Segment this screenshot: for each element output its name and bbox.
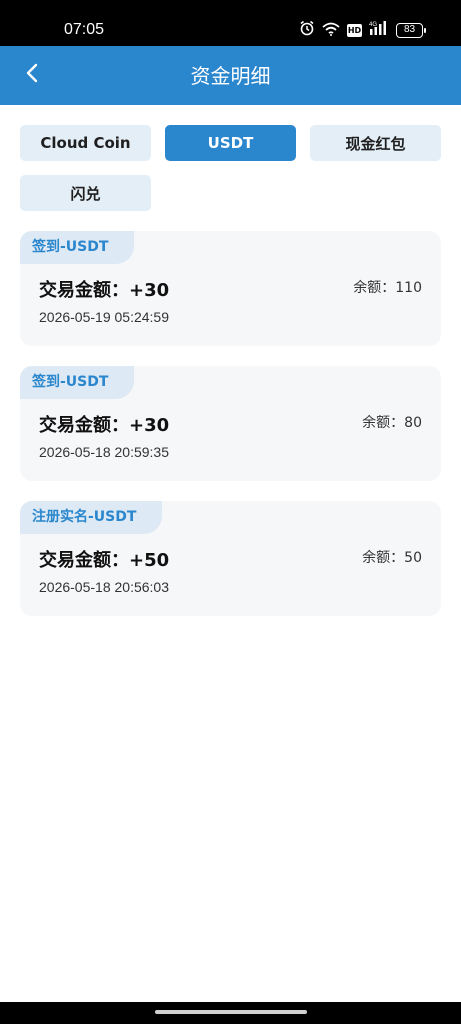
balance-row: 余额：110 bbox=[353, 279, 422, 297]
amount-label: 交易金额： bbox=[39, 415, 129, 436]
navigation-bar bbox=[0, 1002, 461, 1024]
amount-row: 交易金额：+30 bbox=[39, 415, 169, 437]
record-card: 签到-USDT 交易金额：+30 2026-05-19 05:24:59 余额：… bbox=[20, 231, 441, 346]
record-tag: 签到-USDT bbox=[20, 231, 135, 264]
balance-value: 50 bbox=[404, 550, 422, 566]
wifi-icon bbox=[322, 21, 340, 40]
record-date: 2026-05-18 20:56:03 bbox=[39, 579, 169, 595]
amount-value: +50 bbox=[129, 550, 170, 571]
record-date: 2026-05-18 20:59:35 bbox=[39, 444, 169, 460]
alarm-icon bbox=[299, 20, 315, 40]
status-bar: 07:05 HD 4G 83 bbox=[0, 0, 461, 46]
balance-label: 余额： bbox=[353, 280, 396, 296]
hd-icon: HD bbox=[347, 23, 362, 37]
page-title: 资金明细 bbox=[190, 64, 271, 88]
amount-row: 交易金额：+50 bbox=[39, 550, 169, 572]
record-card: 注册实名-USDT 交易金额：+50 2026-05-18 20:56:03 余… bbox=[20, 501, 441, 616]
screen: 07:05 HD 4G 83 资金明细 Cloud Coin USDT 现金红包… bbox=[0, 0, 461, 1024]
balance-value: 110 bbox=[395, 280, 422, 296]
home-indicator[interactable] bbox=[155, 1010, 307, 1014]
amount-value: +30 bbox=[129, 280, 170, 301]
record-card: 签到-USDT 交易金额：+30 2026-05-18 20:59:35 余额：… bbox=[20, 366, 441, 481]
status-icons: HD 4G 83 bbox=[299, 20, 426, 40]
balance-value: 80 bbox=[404, 415, 422, 431]
battery-icon: 83 bbox=[396, 22, 426, 38]
record-date: 2026-05-19 05:24:59 bbox=[39, 309, 169, 325]
amount-row: 交易金额：+30 bbox=[39, 280, 169, 302]
record-tag: 注册实名-USDT bbox=[20, 501, 163, 534]
signal-icon: 4G bbox=[369, 20, 389, 40]
balance-row: 余额：50 bbox=[362, 549, 422, 567]
balance-row: 余额：80 bbox=[362, 414, 422, 432]
app-bar: 资金明细 bbox=[0, 46, 461, 105]
amount-label: 交易金额： bbox=[39, 280, 129, 301]
status-time: 07:05 bbox=[64, 21, 105, 38]
record-tag: 签到-USDT bbox=[20, 366, 135, 399]
amount-value: +30 bbox=[129, 415, 170, 436]
balance-label: 余额： bbox=[362, 550, 405, 566]
tab-cloud-coin[interactable]: Cloud Coin bbox=[20, 125, 151, 161]
tab-usdt[interactable]: USDT bbox=[165, 125, 296, 161]
tab-flash-exchange[interactable]: 闪兑 bbox=[20, 175, 151, 211]
amount-label: 交易金额： bbox=[39, 550, 129, 571]
balance-label: 余额： bbox=[362, 415, 405, 431]
tab-cash-red-packet[interactable]: 现金红包 bbox=[310, 125, 441, 161]
